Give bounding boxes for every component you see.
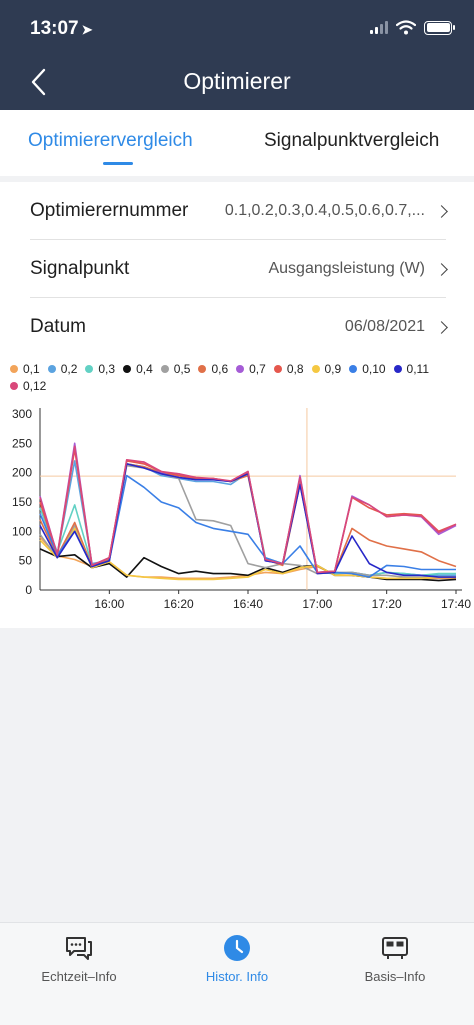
tabbar-basis-info[interactable]: Basis–Info (325, 933, 465, 984)
legend-label: 0,5 (173, 362, 191, 376)
app-header: 13:07 ➤ Optimierer (0, 0, 474, 110)
row-value-wrapper: Ausgangsleistung (W) (268, 260, 448, 278)
status-time-text: 13:07 (30, 18, 79, 39)
y-tick-label: 200 (12, 466, 32, 480)
y-tick-label: 300 (12, 407, 32, 421)
clock-icon (224, 935, 250, 961)
tab-optimierervergleich[interactable]: Optimierervergleich (28, 130, 193, 152)
chart-legend: 0,1 0,2 0,3 0,4 0,5 0,6 0,7 0,8 0,9 0,10 0,11 0,12 (10, 362, 470, 393)
wifi-icon (396, 20, 416, 35)
legend-item[interactable]: 0,1 (10, 362, 40, 376)
legend-label: 0,8 (286, 362, 304, 376)
legend-label: 0,11 (406, 362, 430, 376)
legend-dot (10, 382, 18, 390)
legend-label: 0,7 (249, 362, 266, 376)
row-value-wrapper: 0.1,0.2,0.3,0.4,0.5,0.6,0.7,... (224, 202, 448, 220)
row-value-wrapper: 06/08/2021 (344, 318, 448, 336)
legend-dot (160, 365, 169, 373)
legend-item[interactable]: 0,12 (10, 379, 46, 393)
legend-dot (10, 365, 18, 373)
tabbar-label: Basis–Info (364, 969, 426, 984)
y-tick-label: 50 (19, 554, 33, 568)
legend-item[interactable]: 0,2 (47, 362, 78, 376)
series-line (39, 448, 457, 574)
legend-dot (123, 365, 132, 373)
y-tick-label: 150 (12, 495, 32, 509)
segment-tabs: Optimierervergleich Signalpunktvergleich (0, 110, 474, 176)
line-chart[interactable]: 0 50 100 150 200 250 300 16:00 16:20 16:40 17:00 17… (0, 400, 474, 610)
location-arrow-icon: ➤ (81, 22, 93, 37)
legend-dot (198, 365, 207, 373)
x-tick-label: 16:40 (233, 597, 263, 610)
row-datum[interactable]: Datum 06/08/2021 (30, 298, 448, 356)
filter-settings: Optimierernummer 0.1,0.2,0.3,0.4,0.5,0.6… (0, 182, 474, 356)
legend-item[interactable]: 0,7 (236, 362, 266, 376)
legend-label: 0,4 (136, 362, 153, 376)
active-tab-indicator (103, 162, 133, 165)
legend-dot (349, 365, 358, 373)
tabbar-label: Histor. Info (205, 969, 269, 984)
legend-item[interactable]: 0,8 (273, 362, 304, 376)
series-line (39, 442, 457, 574)
x-tick-label: 17:00 (302, 597, 332, 610)
x-tick-label: 16:20 (164, 597, 194, 610)
row-signalpunkt[interactable]: Signalpunkt Ausgangsleistung (W) (30, 240, 448, 298)
tabbar-label: Echtzeit–Info (41, 969, 117, 984)
row-value: Ausgangsleistung (W) (268, 260, 425, 277)
tabbar-histor-info[interactable]: Histor. Info (167, 933, 307, 984)
tabbar-echtzeit-info[interactable]: Echtzeit–Info (9, 933, 149, 984)
legend-item[interactable]: 0,10 (349, 362, 386, 376)
bottom-tab-bar: Echtzeit–Info Histor. Info Basis–Info (0, 922, 474, 1025)
legend-item[interactable]: 0,11 (393, 362, 430, 376)
x-tick-label: 17:40 (441, 597, 471, 610)
status-icons (370, 20, 455, 35)
legend-dot (393, 365, 402, 373)
legend-label: 0,12 (23, 379, 47, 393)
legend-item[interactable]: 0,9 (311, 362, 342, 376)
legend-item[interactable]: 0,3 (85, 362, 115, 376)
battery-icon (424, 20, 455, 35)
legend-dot (311, 365, 320, 373)
chevron-right-icon (435, 204, 448, 218)
legend-item[interactable]: 0,6 (198, 362, 228, 376)
legend-label: 0,1 (23, 362, 40, 376)
cellular-signal-icon (370, 21, 388, 34)
series-line (39, 463, 457, 574)
legend-dot (85, 365, 94, 373)
row-optimierernummer[interactable]: Optimierernummer 0.1,0.2,0.3,0.4,0.5,0.6… (30, 182, 448, 240)
y-tick-label: 0 (25, 583, 32, 597)
legend-dot (47, 365, 56, 373)
legend-label: 0,6 (211, 362, 229, 376)
legend-dot (236, 365, 245, 373)
chart-card: 0,1 0,2 0,3 0,4 0,5 0,6 0,7 0,8 0,9 0,10 0,11 0,12 … (0, 356, 474, 628)
series-line (39, 445, 457, 574)
tab-signalpunktvergleich[interactable]: Signalpunktvergleich (264, 130, 439, 152)
legend-dot (273, 365, 282, 373)
device-icon (382, 937, 408, 959)
series-line (39, 527, 456, 581)
y-tick-label: 100 (12, 524, 32, 538)
row-label: Signalpunkt (30, 258, 130, 279)
legend-item[interactable]: 0,5 (160, 362, 191, 376)
chevron-right-icon (435, 320, 448, 334)
row-value: 0.1,0.2,0.3,0.4,0.5,0.6,0.7,... (224, 202, 425, 219)
x-tick-label: 16:00 (94, 597, 124, 610)
legend-label: 0,9 (324, 362, 342, 376)
legend-item[interactable]: 0,4 (123, 362, 153, 376)
legend-label: 0,10 (362, 362, 386, 376)
row-label: Datum (30, 316, 86, 337)
y-tick-label: 250 (12, 436, 32, 450)
legend-label: 0,3 (98, 362, 116, 376)
legend-label: 0,2 (60, 362, 78, 376)
row-value: 06/08/2021 (344, 318, 425, 335)
x-tick-label: 17:20 (372, 597, 402, 610)
row-label: Optimierernummer (30, 200, 189, 221)
series-line (39, 463, 456, 577)
chevron-right-icon (435, 262, 448, 276)
status-time: 13:07 ➤ (30, 18, 93, 40)
page-title: Optimierer (183, 68, 291, 94)
chat-icon (66, 937, 92, 960)
